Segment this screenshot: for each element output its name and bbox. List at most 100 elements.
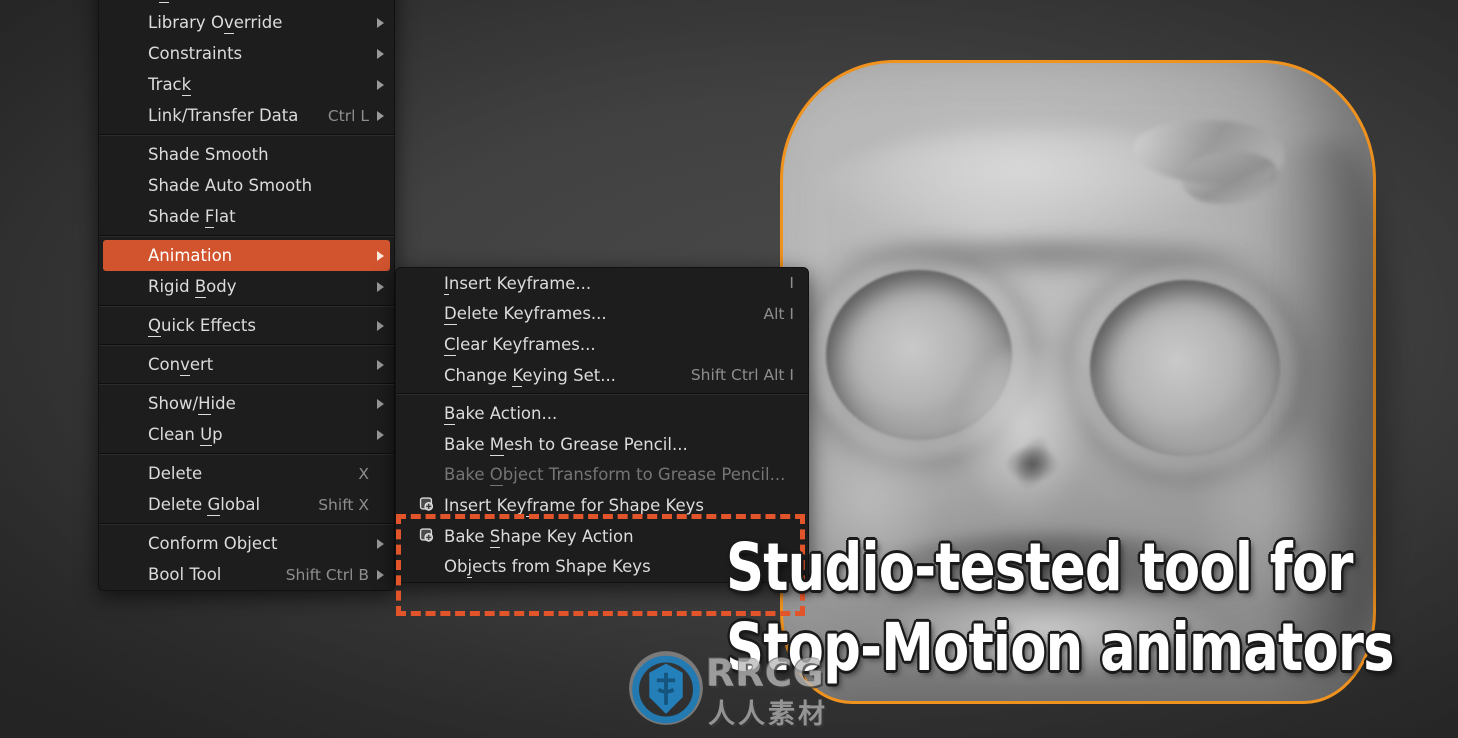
- head-eye-rim-right: [1074, 268, 1296, 472]
- menu-item-track[interactable]: Track: [99, 69, 394, 100]
- head-nose: [960, 350, 1110, 556]
- menu-separator: [99, 305, 394, 307]
- menu-item-shortcut: Shift Ctrl Alt I: [691, 366, 794, 384]
- head-scar-detail-2: [1182, 152, 1278, 204]
- chevron-right-icon: [377, 49, 384, 59]
- menu-item-label: Bake Action...: [444, 404, 557, 423]
- menu-item-label: Relations: [148, 0, 224, 1]
- watermark: RRCG 人人素材: [628, 648, 840, 730]
- menu-item-shade-auto-smooth[interactable]: Shade Auto Smooth: [99, 170, 394, 201]
- chevron-right-icon: [377, 570, 384, 580]
- menu-item-rigid-body[interactable]: Rigid Body: [99, 271, 394, 302]
- menu-item-label: Bake Shape Key Action: [444, 527, 634, 546]
- shape-key-icon: [418, 528, 435, 545]
- menu-item-shortcut: X: [358, 465, 369, 483]
- promo-line-1: Studio-tested tool for: [726, 529, 1353, 606]
- chevron-right-icon: [377, 430, 384, 440]
- chevron-right-icon: [377, 282, 384, 292]
- menu-item-bake-action[interactable]: Bake Action...: [396, 398, 808, 429]
- watermark-brand: RRCG: [706, 652, 825, 695]
- menu-item-label: Rigid Body: [148, 277, 237, 296]
- menu-item-label: Bool Tool: [148, 565, 221, 584]
- menu-separator: [99, 344, 394, 346]
- menu-item-label: Clear Keyframes...: [444, 335, 596, 354]
- rrcg-logo-icon: [628, 650, 704, 726]
- menu-item-label: Shade Flat: [148, 207, 236, 226]
- menu-item-shortcut: Shift X: [318, 496, 369, 514]
- menu-item-convert[interactable]: Convert: [99, 349, 394, 380]
- head-nostril-2: [1008, 430, 1058, 496]
- menu-item-bake-object-transform-to-grease-pencil: Bake Object Transform to Grease Pencil..…: [396, 460, 808, 491]
- menu-item-shortcut: Ctrl L: [328, 107, 369, 125]
- menu-item-label: Track: [148, 75, 191, 94]
- menu-item-delete-global[interactable]: Delete Global Shift X: [99, 489, 394, 520]
- menu-separator: [99, 523, 394, 525]
- shape-key-icon: [418, 497, 435, 514]
- menu-item-label: Constraints: [148, 44, 242, 63]
- menu-item-label: Bake Object Transform to Grease Pencil..…: [444, 465, 785, 484]
- menu-item-constraints[interactable]: Constraints: [99, 38, 394, 69]
- chevron-right-icon: [377, 539, 384, 549]
- head-brow-highlight: [816, 128, 1286, 260]
- menu-separator: [99, 383, 394, 385]
- chevron-right-icon: [377, 321, 384, 331]
- menu-item-shade-smooth[interactable]: Shade Smooth: [99, 139, 394, 170]
- menu-item-label: Delete: [148, 464, 202, 483]
- watermark-subtitle: 人人素材: [708, 692, 828, 731]
- menu-item-label: Objects from Shape Keys: [444, 557, 651, 576]
- menu-item-link-transfer-data[interactable]: Link/Transfer Data Ctrl L: [99, 100, 394, 131]
- menu-item-label: Convert: [148, 355, 213, 374]
- menu-separator: [99, 134, 394, 136]
- menu-item-label: Shade Auto Smooth: [148, 176, 312, 195]
- menu-item-label: Change Keying Set...: [444, 366, 616, 385]
- menu-item-clean-up[interactable]: Clean Up: [99, 419, 394, 450]
- menu-item-insert-keyframe-for-shape-keys[interactable]: Insert Keyframe for Shape Keys: [396, 490, 808, 521]
- menu-item-shortcut: Alt I: [764, 305, 795, 323]
- menu-item-bake-mesh-to-grease-pencil[interactable]: Bake Mesh to Grease Pencil...: [396, 429, 808, 460]
- menu-item-label: Show/Hide: [148, 394, 236, 413]
- menu-item-label: Delete Global: [148, 495, 260, 514]
- menu-item-animation[interactable]: Animation: [103, 240, 390, 271]
- chevron-right-icon: [377, 18, 384, 28]
- menu-item-label: Conform Object: [148, 534, 278, 553]
- menu-separator: [99, 235, 394, 237]
- menu-item-label: Insert Keyframe...: [444, 274, 591, 293]
- chevron-right-icon: [377, 80, 384, 90]
- chevron-right-icon: [377, 399, 384, 409]
- menu-item-shortcut: Shift Ctrl B: [286, 566, 369, 584]
- menu-item-label: Library Override: [148, 13, 282, 32]
- menu-item-label: Shade Smooth: [148, 145, 269, 164]
- menu-item-shade-flat[interactable]: Shade Flat: [99, 201, 394, 232]
- menu-separator: [99, 453, 394, 455]
- head-nostril: [1004, 444, 1060, 484]
- menu-item-label: Clean Up: [148, 425, 223, 444]
- head-scar-detail: [1134, 120, 1284, 184]
- head-eye-left: [826, 270, 1012, 440]
- menu-item-delete-keyframes[interactable]: Delete Keyframes... Alt I: [396, 299, 808, 330]
- menu-item-conform-object[interactable]: Conform Object: [99, 528, 394, 559]
- menu-item-shortcut: I: [789, 274, 794, 292]
- menu-item-label: Bake Mesh to Grease Pencil...: [444, 435, 688, 454]
- menu-item-label: Delete Keyframes...: [444, 304, 607, 323]
- menu-item-show-hide[interactable]: Show/Hide: [99, 388, 394, 419]
- menu-item-label: Link/Transfer Data: [148, 106, 298, 125]
- menu-item-insert-keyframe[interactable]: Insert Keyframe... I: [396, 268, 808, 299]
- head-brow-shadow: [822, 238, 1274, 290]
- menu-item-clear-keyframes[interactable]: Clear Keyframes...: [396, 329, 808, 360]
- menu-separator: [396, 393, 808, 395]
- head-eye-right: [1090, 280, 1280, 456]
- menu-item-relations[interactable]: Relations: [99, 0, 394, 7]
- object-menu[interactable]: Relations Library Override Constraints Trac…: [98, 0, 395, 591]
- head-eye-rim-left: [810, 258, 1028, 458]
- menu-item-quick-effects[interactable]: Quick Effects: [99, 310, 394, 341]
- menu-item-change-keying-set[interactable]: Change Keying Set... Shift Ctrl Alt I: [396, 360, 808, 391]
- chevron-right-icon: [377, 111, 384, 121]
- menu-item-label: Quick Effects: [148, 316, 256, 335]
- menu-item-bool-tool[interactable]: Bool Tool Shift Ctrl B: [99, 559, 394, 590]
- chevron-right-icon: [377, 360, 384, 370]
- chevron-right-icon: [377, 251, 384, 261]
- menu-item-library-override[interactable]: Library Override: [99, 7, 394, 38]
- menu-item-delete[interactable]: Delete X: [99, 458, 394, 489]
- menu-item-label: Insert Keyframe for Shape Keys: [444, 496, 704, 515]
- menu-item-label: Animation: [148, 246, 232, 265]
